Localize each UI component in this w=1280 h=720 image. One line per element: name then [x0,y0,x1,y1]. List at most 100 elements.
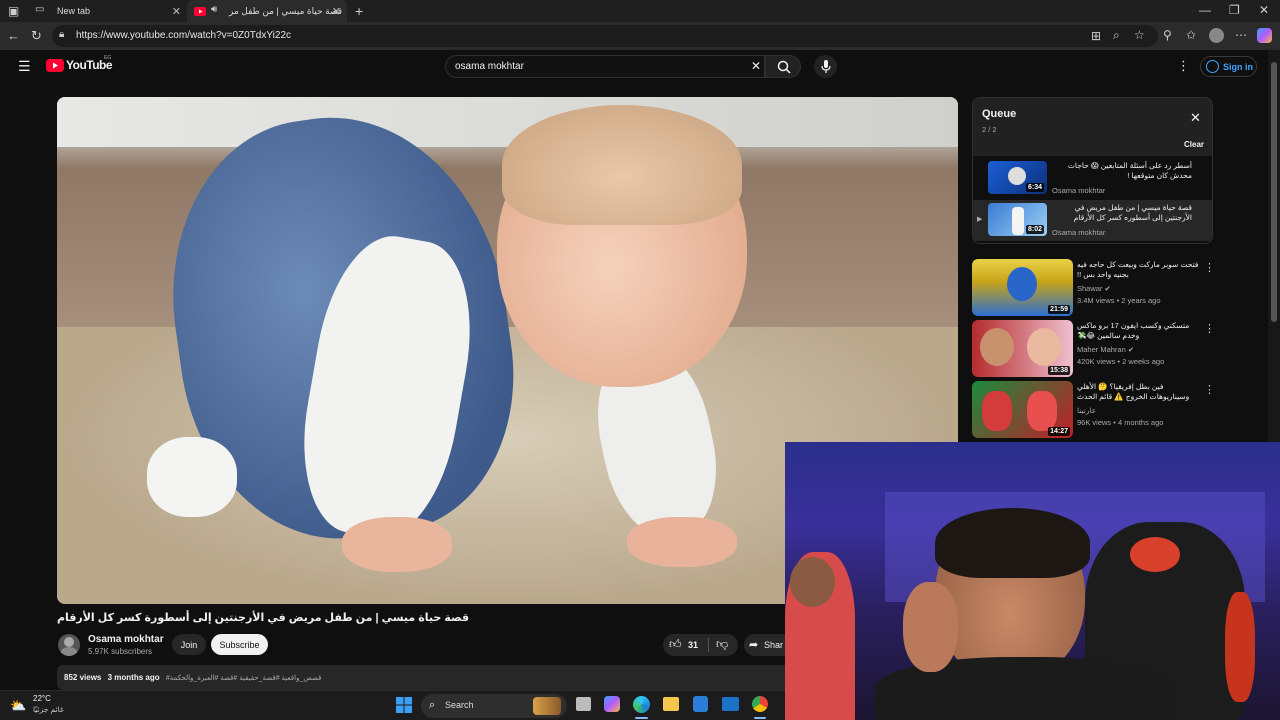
refresh-icon[interactable]: ↻ [31,29,42,42]
search-input[interactable] [445,55,765,78]
channel-name: Maher Mahran ✔ [1077,345,1134,354]
tab-new-tab[interactable]: ▭ New tab ✕ [27,0,187,22]
channel-label: عارتينا [1077,406,1097,415]
browser-toolbar: ← ↻ 🔒︎ https://www.youtube.com/watch?v=0… [0,22,1280,50]
like-button[interactable]: 👍︎ 31 [663,634,708,656]
clear-queue-button[interactable]: Clear [1184,140,1204,149]
back-arrow-icon[interactable]: ← [7,29,20,42]
more-options-icon[interactable]: ⋯ [1235,29,1247,41]
clear-search-icon[interactable]: ✕ [751,60,761,72]
share-icon: ➦ [749,639,759,651]
search-highlight-icon [533,697,561,715]
recommendation-item[interactable]: 21:59 فتحت سوبر ماركت وبيعت كل حاجه فيه … [972,259,1215,316]
url-text: https://www.youtube.com/watch?v=0Z0TdxYi… [76,30,292,41]
new-tab-button[interactable]: + [355,4,363,18]
subscribe-button[interactable]: Subscribe [211,634,268,655]
taskbar-search-label: Search [445,700,474,710]
queue-title: Queue [982,108,1017,120]
channel-label: Shawar [1077,284,1103,293]
verified-icon: ✔ [1104,284,1111,293]
subscriber-count: 5.97K subscribers [88,647,153,656]
duration-badge: 15:38 [1048,366,1070,375]
video-thumbnail: 14:27 [972,381,1073,438]
close-window-icon[interactable]: ✕ [1259,4,1269,16]
video-title: فين بطل إفريقيا؟ 🤔 الأهلي وسيناريوهات ال… [1077,382,1190,401]
video-thumbnail: 15:38 [972,320,1073,377]
address-bar-input[interactable]: 🔒︎ https://www.youtube.com/watch?v=0Z0Td… [52,25,1158,47]
video-meta: 3.4M views • 2 years ago [1077,296,1161,305]
chrome-icon[interactable] [752,696,768,712]
copilot-taskbar-icon[interactable] [604,696,620,712]
profile-icon[interactable] [1209,28,1224,43]
close-icon[interactable]: ✕ [172,5,181,18]
close-icon[interactable]: ✕ [332,5,341,18]
like-dislike-group: 👍︎ 31 👎︎ [663,634,738,656]
more-actions-icon[interactable]: ⋮ [1204,261,1215,274]
sign-in-button[interactable]: Sign in [1200,56,1257,77]
weather-temp: 22°C [33,694,51,703]
maximize-icon[interactable]: ❐ [1229,4,1240,16]
share-label: Shar [764,640,784,650]
video-meta: 96K views • 4 months ago [1077,418,1164,427]
thumbs-up-icon: 👍︎ [669,637,682,651]
more-actions-icon[interactable]: ⋮ [1204,383,1215,396]
app-available-icon[interactable]: ⊞ [1091,30,1101,42]
windows-logo-icon [396,697,412,713]
channel-avatar[interactable] [58,634,80,656]
start-button[interactable] [396,697,412,713]
voice-search-button[interactable] [814,55,837,78]
duration-badge: 8:02 [1025,225,1044,234]
site-info-icon[interactable]: 🔒︎ [59,30,64,40]
hashtags[interactable]: #قصص_واقعية #قصة_حقيقية #قصة #العبرة_وال… [166,675,321,682]
recommendation-item[interactable]: 15:38 متسكني وكسب ايفون 17 برو ماكس وخدم… [972,320,1215,377]
queue-panel: Queue 2 / 2 ✕ Clear 6:34 أسطر رد على أسئ… [972,97,1213,244]
description-box[interactable]: 852 views 3 months ago #قصص_واقعية #قصة_… [57,665,797,690]
file-explorer-icon[interactable] [663,697,679,711]
tab-label: قصة حياة ميسي | من طفل مر [229,5,343,16]
scrollbar-thumb[interactable] [1271,62,1277,322]
favorites-icon[interactable]: ✩ [1186,29,1196,41]
channel-name: Shawar ✔ [1077,284,1111,293]
queue-item-channel: Osama mokhtar [1052,228,1106,237]
channel-name: عارتينا [1077,406,1096,415]
edge-browser-icon[interactable] [633,696,650,713]
recommendation-item[interactable]: 14:27 فين بطل إفريقيا؟ 🤔 الأهلي وسيناريو… [972,381,1215,438]
channel-name[interactable]: Osama mokhtar [88,634,164,645]
sign-in-label: Sign in [1223,61,1253,72]
task-view-icon[interactable] [576,697,591,711]
weather-desc: غائم جزئيًا [33,705,64,714]
hamburger-menu-icon[interactable]: ☰ [18,59,31,73]
more-actions-icon[interactable]: ⋮ [1204,322,1215,335]
audio-playing-icon[interactable]: 🔊︎ [211,5,217,15]
minimize-icon[interactable]: — [1199,4,1211,16]
queue-item[interactable]: 6:34 أسطر رد على أسئلة المتابعين 😱 حاجات… [973,158,1212,199]
tab-youtube-video[interactable]: 🔊︎ قصة حياة ميسي | من طفل مر ✕ [187,0,347,22]
page-scrollbar[interactable] [1268,50,1280,442]
duration-badge: 14:27 [1048,427,1070,436]
queue-item-current[interactable]: ▶ 8:02 قصة حياة ميسي | من طفل مريض في ال… [973,200,1212,241]
zoom-icon[interactable]: ⌕ [1113,29,1120,41]
extensions-icon[interactable]: ⚲ [1163,29,1172,41]
dislike-button[interactable]: 👎︎ [709,634,738,656]
video-title: فتحت سوبر ماركت وبيعت كل حاجه فيه بجنيه … [1077,260,1199,279]
copilot-icon[interactable] [1257,28,1272,43]
search-button[interactable] [765,55,801,78]
settings-more-icon[interactable]: ⋮ [1177,59,1190,72]
queue-item-channel: Osama mokhtar [1052,186,1106,195]
search-icon [777,60,791,74]
tab-actions-icon[interactable]: ▣ [8,5,19,17]
close-queue-icon[interactable]: ✕ [1190,110,1201,126]
microsoft-store-icon[interactable] [693,696,708,712]
video-thumbnail: 21:59 [972,259,1073,316]
queue-thumbnail: 8:02 [988,203,1047,236]
mail-icon[interactable] [722,697,739,711]
queue-item-title: قصة حياة ميسي | من طفل مريض في الأرجنتين… [1073,203,1192,222]
queue-thumbnail: 6:34 [988,161,1047,194]
join-button[interactable]: Join [172,634,206,655]
taskbar-search-box[interactable]: ⌕ Search [421,694,567,718]
browser-tab-bar: ▣ ▭ New tab ✕ 🔊︎ قصة حياة ميسي | من طفل … [0,0,1280,22]
youtube-favicon-icon [194,6,206,18]
weather-widget[interactable]: ⛅ 22°C غائم جزئيًا [10,694,80,718]
queue-item-title: أسطر رد على أسئلة المتابعين 😱 حاجات محدش… [1067,161,1192,180]
favorite-star-icon[interactable]: ☆ [1134,29,1145,41]
